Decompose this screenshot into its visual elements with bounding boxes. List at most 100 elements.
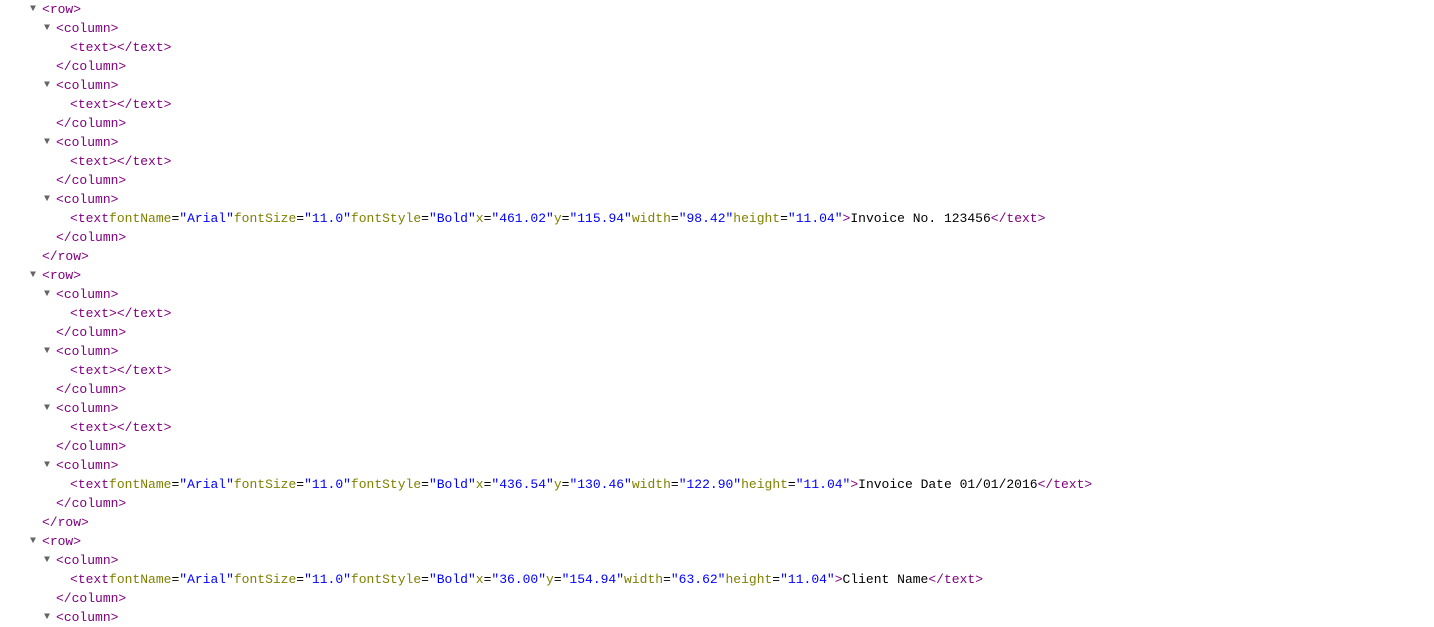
token-attr-name: height xyxy=(733,209,780,228)
token-tag: column xyxy=(72,171,119,190)
token-tag: row xyxy=(50,532,73,551)
token-tag: text xyxy=(78,475,109,494)
token-eq: = xyxy=(171,570,179,589)
token-tag: row xyxy=(58,513,81,532)
collapse-caret-icon[interactable]: ▼ xyxy=(44,342,56,361)
token-attr-val: "Bold" xyxy=(429,475,476,494)
token-eq: = xyxy=(171,209,179,228)
token-tag: column xyxy=(64,133,111,152)
token-punct: > xyxy=(850,475,858,494)
token-punct: </ xyxy=(56,57,72,76)
xml-line[interactable]: </column> xyxy=(0,323,1434,342)
xml-line[interactable]: <text fontName="Arial" fontSize="11.0" f… xyxy=(0,209,1434,228)
token-punct: </ xyxy=(117,361,133,380)
token-punct: </ xyxy=(42,247,58,266)
token-punct: < xyxy=(56,456,64,475)
xml-line[interactable]: </column> xyxy=(0,589,1434,608)
token-punct: </ xyxy=(56,494,72,513)
xml-line[interactable]: ▼<column> xyxy=(0,342,1434,361)
token-attr-val: "154.94" xyxy=(562,570,624,589)
xml-line[interactable]: ▼<column> xyxy=(0,456,1434,475)
token-tag: text xyxy=(132,152,163,171)
xml-line[interactable]: </column> xyxy=(0,494,1434,513)
xml-line[interactable]: <text> </text> xyxy=(0,418,1434,437)
token-punct: < xyxy=(70,38,78,57)
xml-line[interactable]: ▼<column> xyxy=(0,76,1434,95)
token-punct: > xyxy=(111,608,119,627)
token-eq: = xyxy=(296,209,304,228)
xml-line[interactable]: ▼<column> xyxy=(0,133,1434,152)
xml-tree-viewer: ▼<row>▼<column><text> </text></column>▼<… xyxy=(0,0,1434,627)
xml-line[interactable]: ▼<column> xyxy=(0,551,1434,570)
xml-line[interactable]: </column> xyxy=(0,171,1434,190)
token-tag: column xyxy=(72,380,119,399)
collapse-caret-icon[interactable]: ▼ xyxy=(30,0,42,19)
xml-line[interactable]: </row> xyxy=(0,513,1434,532)
token-attr-name: fontName xyxy=(109,475,171,494)
token-tag: text xyxy=(132,418,163,437)
xml-line[interactable]: <text> </text> xyxy=(0,361,1434,380)
token-eq: = xyxy=(562,209,570,228)
token-punct: </ xyxy=(56,437,72,456)
xml-line[interactable]: <text> </text> xyxy=(0,304,1434,323)
token-attr-name: width xyxy=(624,570,663,589)
xml-line[interactable]: </row> xyxy=(0,247,1434,266)
xml-line[interactable]: ▼<column> xyxy=(0,608,1434,627)
token-attr-name: fontStyle xyxy=(351,209,421,228)
collapse-caret-icon[interactable]: ▼ xyxy=(44,76,56,95)
xml-line[interactable]: </column> xyxy=(0,228,1434,247)
xml-line[interactable]: ▼<column> xyxy=(0,285,1434,304)
collapse-caret-icon[interactable]: ▼ xyxy=(44,19,56,38)
collapse-caret-icon[interactable]: ▼ xyxy=(44,456,56,475)
token-attr-name: x xyxy=(476,209,484,228)
collapse-caret-icon[interactable]: ▼ xyxy=(44,551,56,570)
collapse-caret-icon[interactable]: ▼ xyxy=(44,285,56,304)
collapse-caret-icon[interactable]: ▼ xyxy=(30,266,42,285)
token-punct: > xyxy=(109,38,117,57)
xml-line[interactable]: ▼<row> xyxy=(0,532,1434,551)
token-punct: </ xyxy=(42,513,58,532)
token-tag: column xyxy=(72,589,119,608)
token-punct: > xyxy=(109,304,117,323)
xml-line[interactable]: <text> </text> xyxy=(0,95,1434,114)
token-punct: < xyxy=(56,608,64,627)
token-attr-val: "11.04" xyxy=(796,475,851,494)
token-attr-val: "Arial" xyxy=(179,570,234,589)
xml-line[interactable]: ▼<column> xyxy=(0,190,1434,209)
xml-line[interactable]: ▼<row> xyxy=(0,266,1434,285)
token-tag: column xyxy=(64,285,111,304)
token-tag: column xyxy=(64,608,111,627)
token-attr-name: height xyxy=(725,570,772,589)
token-eq: = xyxy=(780,209,788,228)
xml-line[interactable]: <text fontName="Arial" fontSize="11.0" f… xyxy=(0,570,1434,589)
xml-line[interactable]: <text fontName="Arial" fontSize="11.0" f… xyxy=(0,475,1434,494)
collapse-caret-icon[interactable]: ▼ xyxy=(30,532,42,551)
token-punct: > xyxy=(73,532,81,551)
token-punct: > xyxy=(111,551,119,570)
token-punct: < xyxy=(56,190,64,209)
collapse-caret-icon[interactable]: ▼ xyxy=(44,190,56,209)
token-attr-name: fontName xyxy=(109,209,171,228)
xml-line[interactable]: <text> </text> xyxy=(0,152,1434,171)
token-tag: column xyxy=(64,551,111,570)
token-punct: > xyxy=(164,38,172,57)
token-eq: = xyxy=(421,209,429,228)
xml-line[interactable]: </column> xyxy=(0,437,1434,456)
token-attr-val: "Arial" xyxy=(179,475,234,494)
token-attr-name: y xyxy=(554,209,562,228)
xml-line[interactable]: </column> xyxy=(0,380,1434,399)
token-attr-name: fontSize xyxy=(234,570,296,589)
collapse-caret-icon[interactable]: ▼ xyxy=(44,399,56,418)
xml-line[interactable]: ▼<column> xyxy=(0,399,1434,418)
xml-line[interactable]: </column> xyxy=(0,57,1434,76)
xml-line[interactable]: ▼<row> xyxy=(0,0,1434,19)
token-attr-name: y xyxy=(554,475,562,494)
token-punct: > xyxy=(1084,475,1092,494)
xml-line[interactable]: <text> </text> xyxy=(0,38,1434,57)
collapse-caret-icon[interactable]: ▼ xyxy=(44,133,56,152)
token-attr-name: fontSize xyxy=(234,209,296,228)
xml-line[interactable]: ▼<column> xyxy=(0,19,1434,38)
collapse-caret-icon[interactable]: ▼ xyxy=(44,608,56,627)
xml-line[interactable]: </column> xyxy=(0,114,1434,133)
token-punct: </ xyxy=(1038,475,1054,494)
